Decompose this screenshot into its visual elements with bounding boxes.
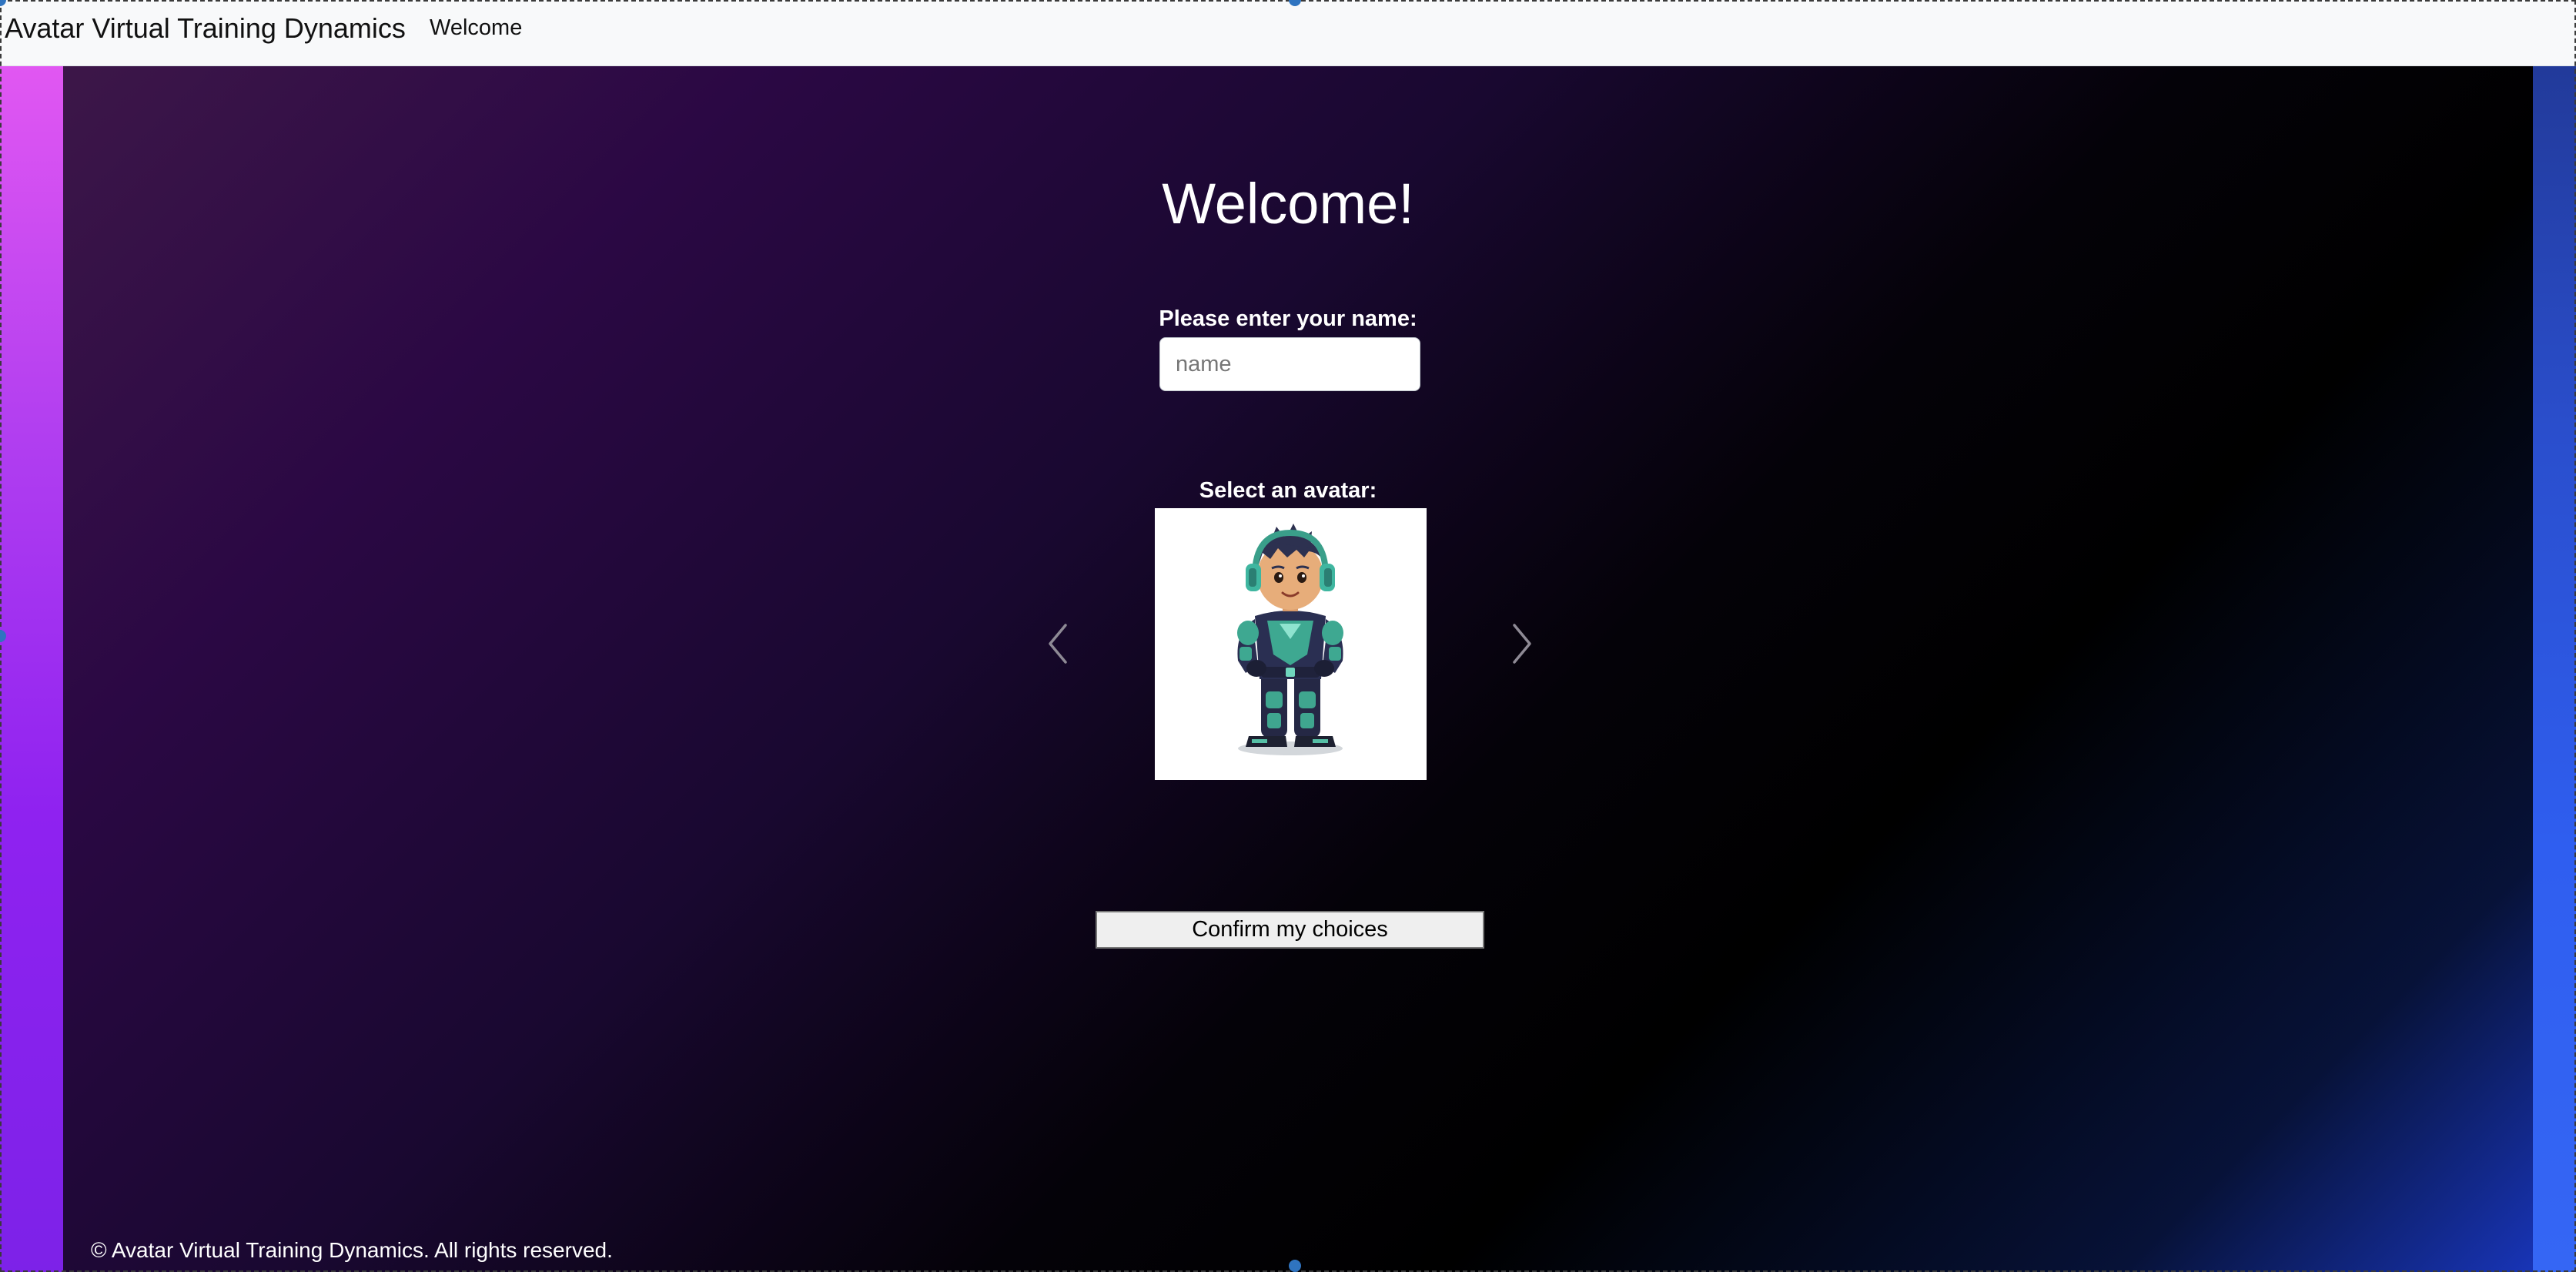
selection-handle-bottom[interactable]	[1289, 1260, 1301, 1272]
avatar-character-illustration	[1237, 524, 1343, 755]
right-accent-strip	[2533, 66, 2576, 1272]
left-accent-strip	[0, 66, 63, 1272]
name-input[interactable]	[1159, 337, 1420, 391]
chevron-right-icon[interactable]	[1505, 621, 1536, 667]
page-title: Welcome!	[1162, 172, 1414, 236]
avatar-label: Select an avatar:	[1199, 478, 1377, 503]
confirm-button[interactable]: Confirm my choices	[1096, 911, 1484, 949]
avatar-image	[1155, 508, 1427, 780]
navbar: Avatar Virtual Training Dynamics Welcome	[0, 0, 2576, 66]
chevron-left-icon[interactable]	[1044, 621, 1075, 667]
name-label: Please enter your name:	[1159, 306, 1417, 331]
nav-link-welcome[interactable]: Welcome	[430, 15, 522, 41]
navbar-brand[interactable]: Avatar Virtual Training Dynamics	[5, 12, 406, 45]
footer-copyright: © Avatar Virtual Training Dynamics. All …	[91, 1238, 613, 1262]
